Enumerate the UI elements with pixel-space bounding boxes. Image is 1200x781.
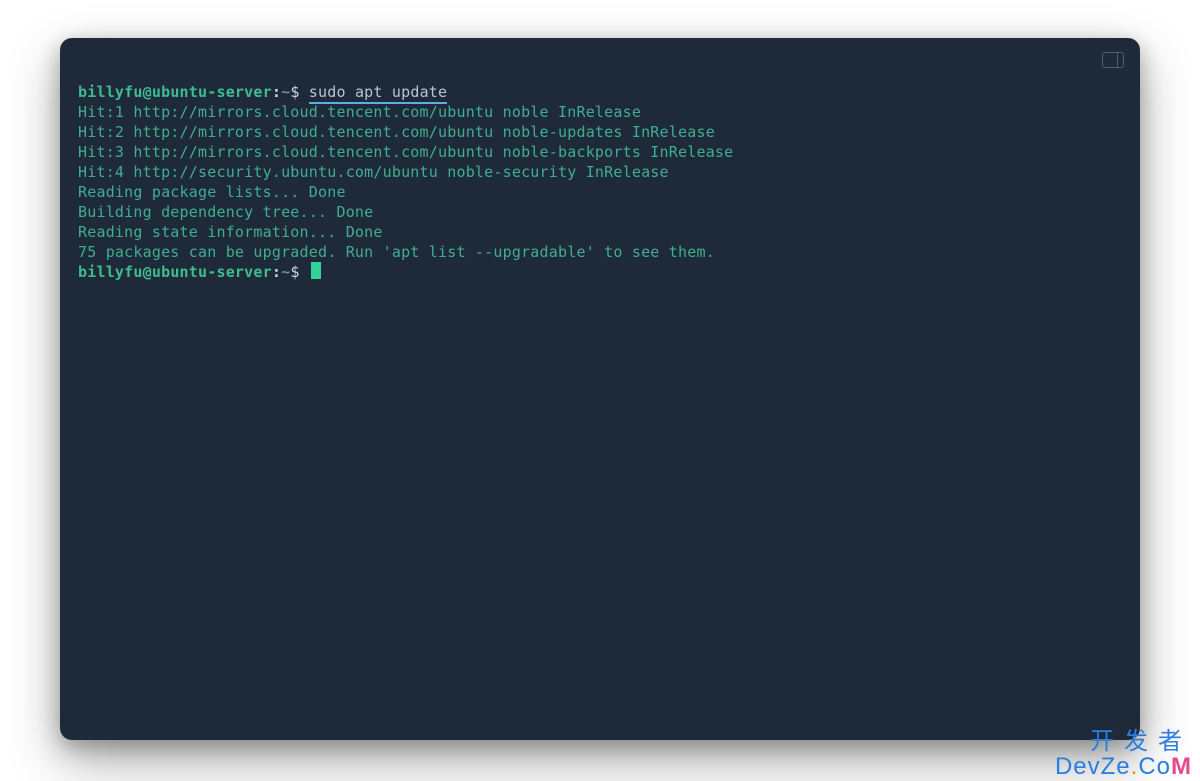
prompt-line-2: billyfu@ubuntu-server:~$ bbox=[78, 263, 321, 281]
command-text: sudo apt update bbox=[309, 83, 447, 104]
output-line: Hit:1 http://mirrors.cloud.tencent.com/u… bbox=[78, 103, 641, 121]
prompt-colon: : bbox=[272, 83, 281, 101]
prompt-at: @ bbox=[143, 263, 152, 281]
terminal-content[interactable]: billyfu@ubuntu-server:~$ sudo apt update… bbox=[78, 54, 1122, 282]
prompt-symbol: $ bbox=[290, 263, 299, 281]
output-line: 75 packages can be upgraded. Run 'apt li… bbox=[78, 243, 715, 261]
output-line: Reading package lists... Done bbox=[78, 183, 346, 201]
prompt-colon: : bbox=[272, 263, 281, 281]
prompt-path: ~ bbox=[281, 263, 290, 281]
prompt-at: @ bbox=[143, 83, 152, 101]
output-line: Reading state information... Done bbox=[78, 223, 383, 241]
prompt-user: billyfu bbox=[78, 263, 143, 281]
prompt-path: ~ bbox=[281, 83, 290, 101]
cursor-block bbox=[311, 262, 321, 279]
output-line: Hit:2 http://mirrors.cloud.tencent.com/u… bbox=[78, 123, 715, 141]
split-panes-icon[interactable] bbox=[1102, 52, 1124, 68]
output-line: Building dependency tree... Done bbox=[78, 203, 373, 221]
output-line: Hit:3 http://mirrors.cloud.tencent.com/u… bbox=[78, 143, 733, 161]
prompt-user: billyfu bbox=[78, 83, 143, 101]
output-line: Hit:4 http://security.ubuntu.com/ubuntu … bbox=[78, 163, 669, 181]
terminal-window[interactable]: billyfu@ubuntu-server:~$ sudo apt update… bbox=[60, 38, 1140, 740]
prompt-symbol: $ bbox=[290, 83, 299, 101]
prompt-host: ubuntu-server bbox=[152, 263, 272, 281]
watermark-line2: DevZe.CoM bbox=[1055, 754, 1192, 779]
prompt-line-1: billyfu@ubuntu-server:~$ sudo apt update bbox=[78, 83, 447, 104]
prompt-host: ubuntu-server bbox=[152, 83, 272, 101]
